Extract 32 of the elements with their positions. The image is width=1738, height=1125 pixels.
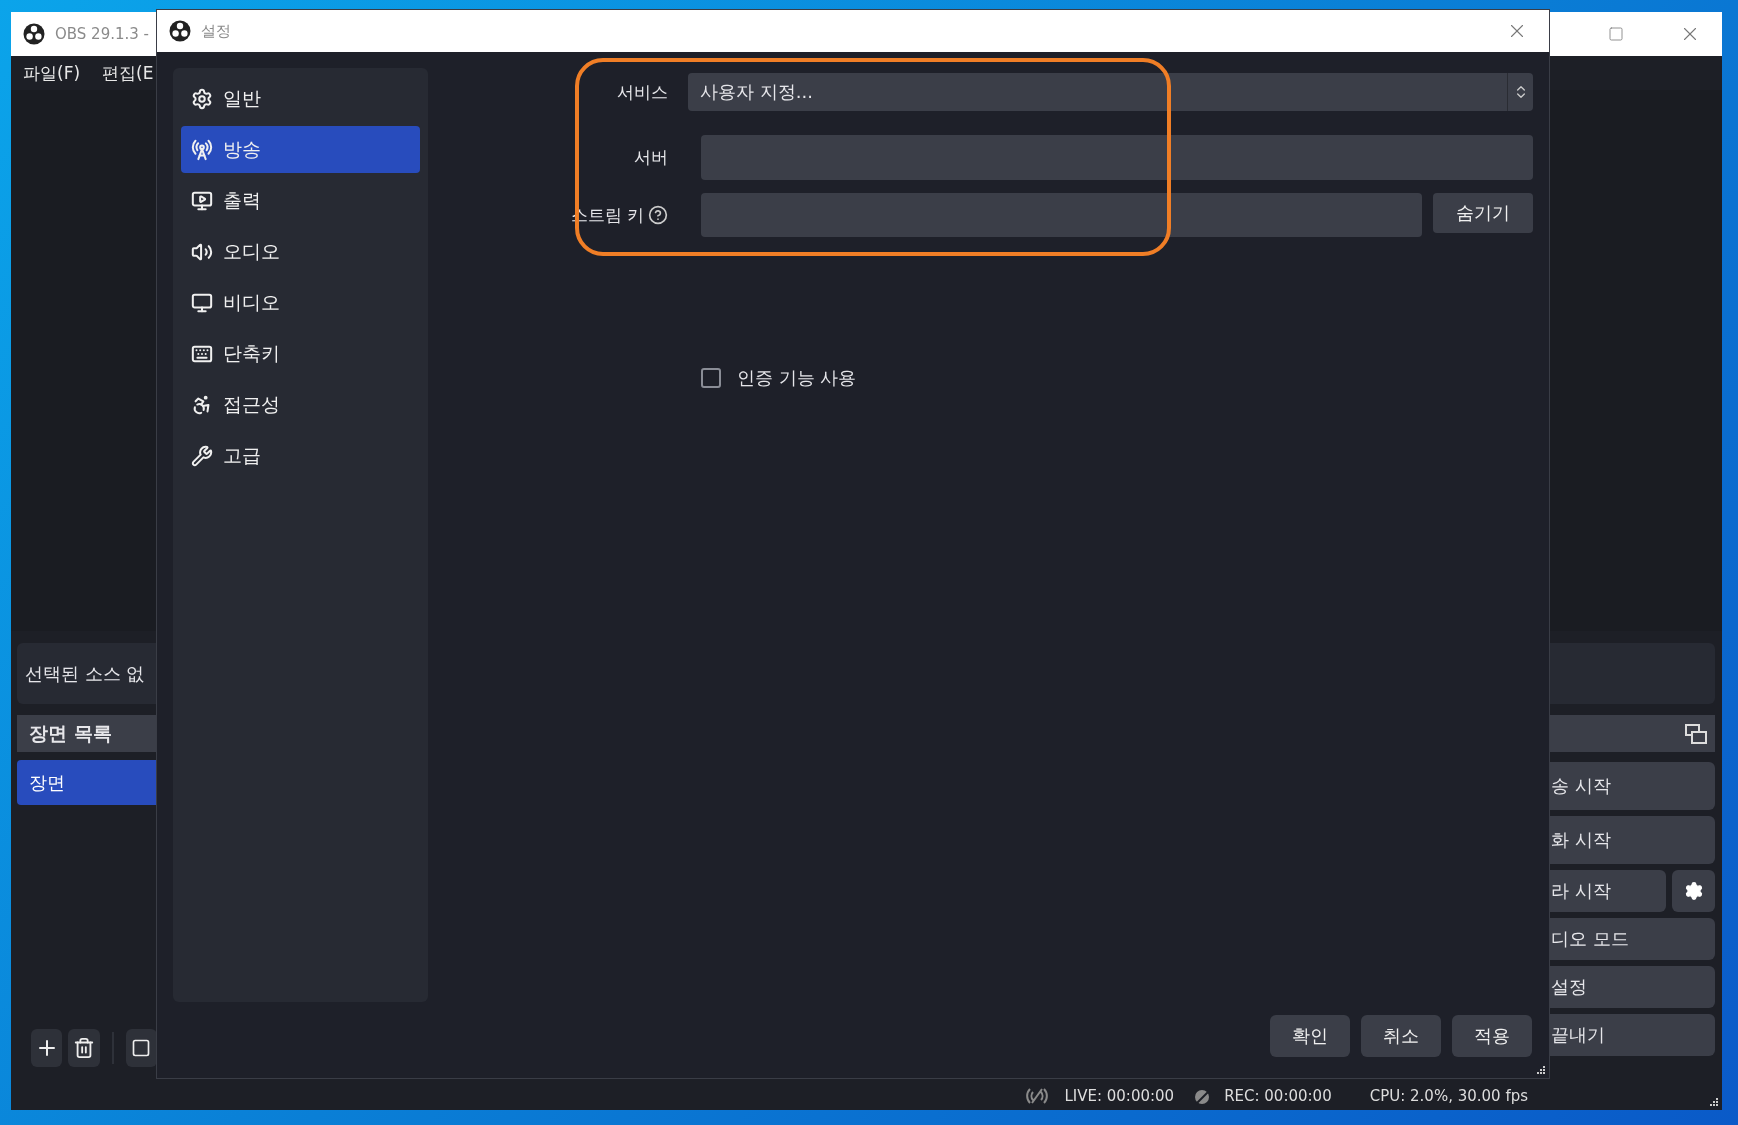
menu-item[interactable]: 편집(E (102, 61, 154, 85)
dock-title: 장면 목록 (29, 720, 112, 746)
scene-item[interactable]: 장면 (17, 760, 157, 805)
sidebar-item[interactable]: 출력 (181, 177, 420, 224)
rec-time: REC: 00:00:00 (1224, 1087, 1332, 1105)
dialog-button[interactable]: 적용 (1452, 1015, 1532, 1057)
sidebar-item[interactable]: 단축키 (181, 330, 420, 377)
sidebar-item[interactable]: 오디오 (181, 228, 420, 275)
control-button[interactable]: 끝내기 (1549, 1014, 1715, 1056)
dialog-button[interactable]: 확인 (1270, 1015, 1350, 1057)
sidebar-item[interactable]: 방송 (181, 126, 420, 173)
window-title: OBS 29.1.3 - (55, 25, 149, 43)
cpu-fps: CPU: 2.0%, 30.00 fps (1369, 1087, 1528, 1105)
control-button[interactable]: 디오 모드 (1549, 918, 1715, 960)
live-time: LIVE: 00:00:00 (1064, 1087, 1175, 1105)
hide-button[interactable]: 숨기기 (1433, 193, 1533, 233)
service-dropdown[interactable]: 사용자 지정... (688, 73, 1533, 111)
sidebar-item[interactable]: 고급 (181, 432, 420, 479)
sidebar-item[interactable]: 접근성 (181, 381, 420, 428)
dialog-title: 설정 (201, 21, 231, 41)
control-button[interactable]: 라 시작 (1549, 870, 1666, 912)
control-button[interactable]: 화 시작 (1549, 816, 1715, 864)
field-label: 서버 (634, 146, 669, 169)
control-button[interactable]: 설정 (1549, 966, 1715, 1008)
menu-item[interactable]: 파일(F) (23, 61, 81, 85)
dialog-button[interactable]: 취소 (1361, 1015, 1441, 1057)
sidebar-item[interactable]: 일반 (181, 75, 420, 122)
sidebar-item[interactable]: 비디오 (181, 279, 420, 326)
empty-source-text: 선택된 소스 없 (25, 661, 145, 686)
field-label: 서비스 (617, 80, 669, 104)
checkbox-label[interactable]: 인증 기능 사용 (737, 366, 857, 390)
control-button[interactable]: 송 시작 (1549, 762, 1715, 810)
